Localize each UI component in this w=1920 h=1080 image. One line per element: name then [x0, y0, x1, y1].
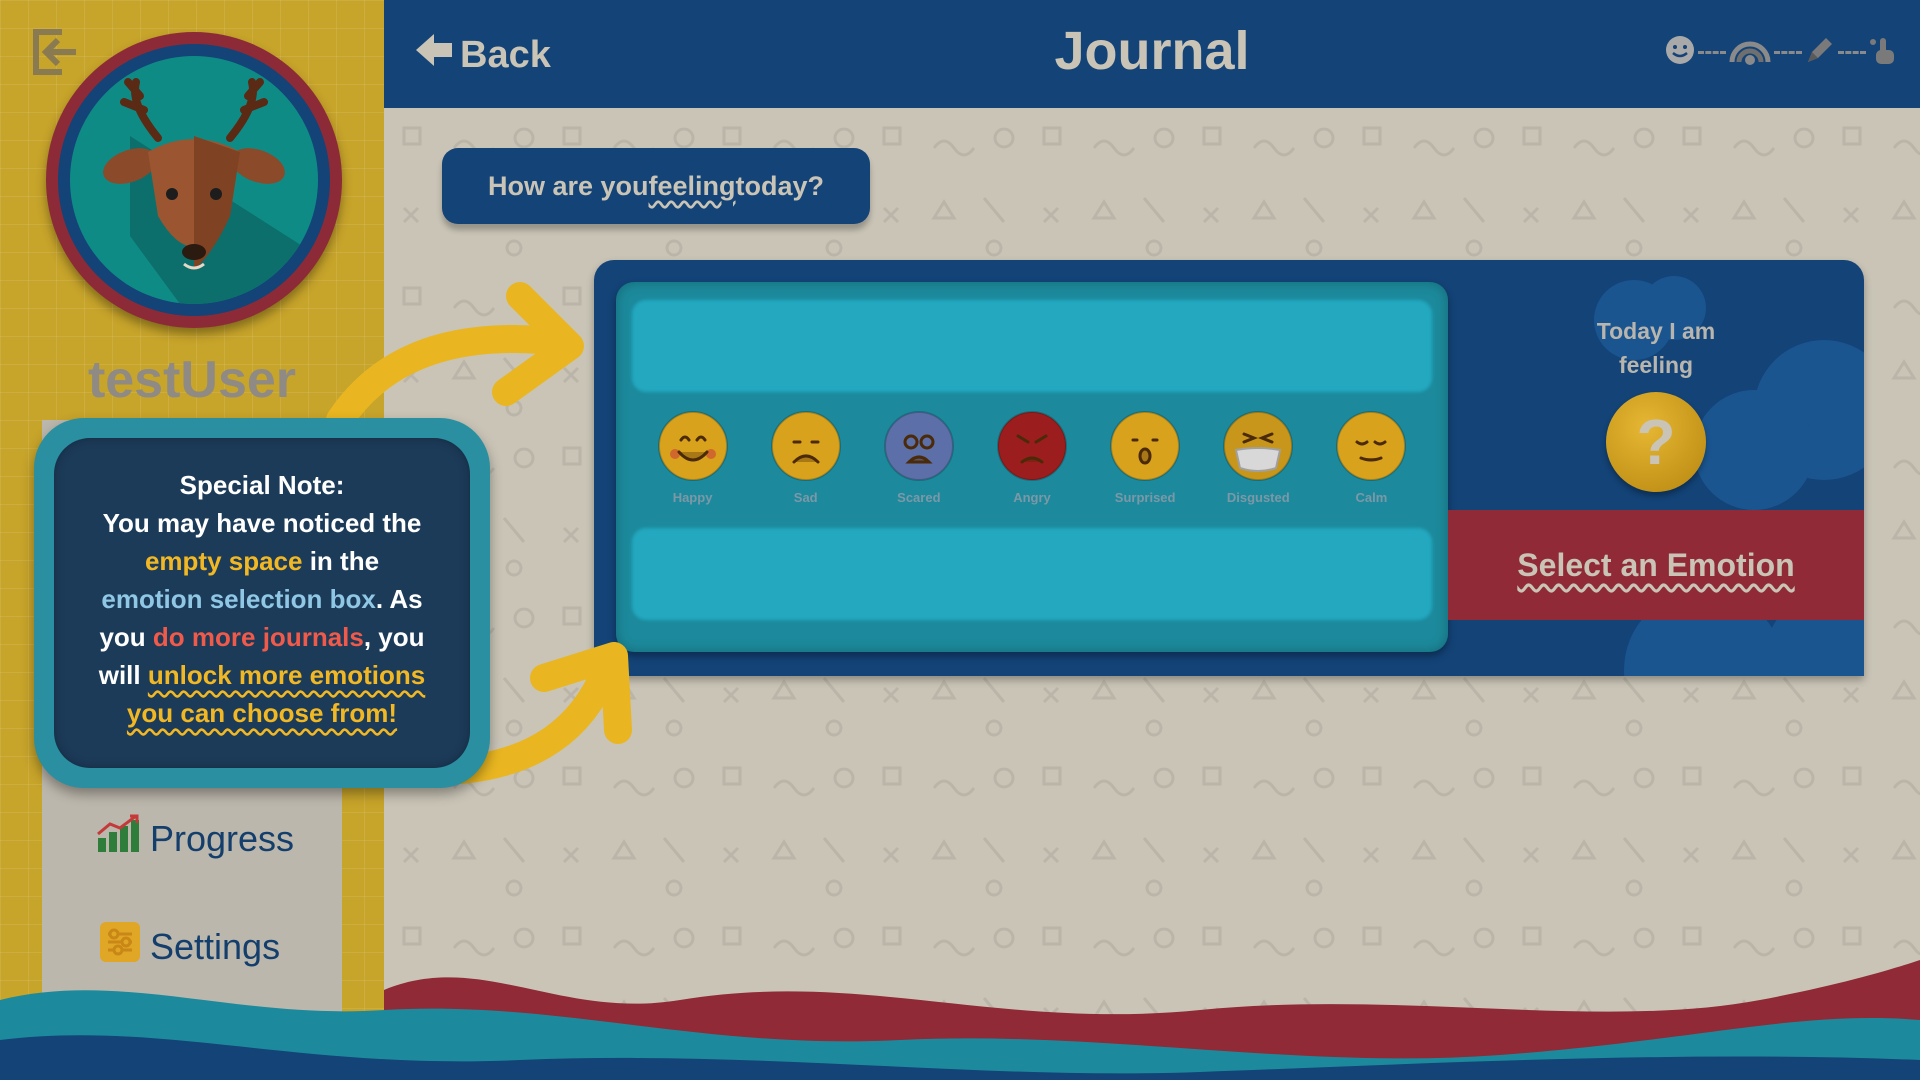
note-highlight: emotion selection box: [101, 584, 376, 614]
emotion-option-surprised[interactable]: Surprised: [1100, 410, 1190, 520]
scared-emoji-icon: [883, 410, 955, 482]
sidebar-item-label: Progress: [150, 817, 295, 859]
calm-emoji-icon: [1335, 410, 1407, 482]
header: Back Journal: [384, 0, 1920, 108]
pencil-step-icon: [1804, 34, 1836, 70]
journal-step-indicator: [1664, 34, 1900, 70]
journal-main: How are you feeling today? Happy Sad Scare…: [384, 108, 1920, 1080]
angry-emoji-icon: [996, 410, 1068, 482]
locked-emotion-slot: [632, 528, 1432, 620]
emotion-label: Happy: [672, 490, 713, 505]
emotion-option-happy[interactable]: Happy: [648, 410, 738, 520]
special-note-body: Special Note: You may have noticed the e…: [54, 438, 470, 768]
disgusted-emoji-icon: [1222, 410, 1294, 482]
emotion-selection-box: Happy Sad Scared Angry Surprised Disgusted Cal…: [616, 282, 1448, 652]
note-line: you do more journals, you: [99, 622, 425, 652]
emotion-option-disgusted[interactable]: Disgusted: [1213, 410, 1303, 520]
emotion-card: Happy Sad Scared Angry Surprised Disgusted Cal…: [594, 260, 1864, 676]
today-label-line2: feeling: [1618, 352, 1694, 378]
question-prefix: How are you: [487, 170, 649, 201]
note-highlight: unlock more emotions: [147, 660, 426, 690]
note-highlight: do more journals: [152, 622, 364, 652]
emotion-option-angry[interactable]: Angry: [987, 410, 1077, 520]
emotion-option-sad[interactable]: Sad: [761, 410, 851, 520]
note-title: Special Note:: [179, 470, 345, 500]
note-line: empty space in the: [144, 546, 380, 576]
username: testUser: [87, 351, 297, 409]
happy-emoji-icon: [657, 410, 729, 482]
touch-step-icon: [1868, 34, 1900, 70]
note-line: you can choose from!: [70, 694, 454, 732]
question-suffix: today?: [735, 170, 825, 201]
sad-emoji-icon: [770, 410, 842, 482]
emotion-option-scared[interactable]: Scared: [874, 410, 964, 520]
emotion-label: Disgusted: [1226, 490, 1290, 505]
smiley-step-icon: [1664, 34, 1696, 70]
emotion-option-calm[interactable]: Calm: [1326, 410, 1416, 520]
surprised-emoji-icon: [1109, 410, 1181, 482]
note-line: will unlock more emotions: [98, 660, 426, 690]
note-highlight: empty space: [144, 546, 303, 576]
select-emotion-label: Select an Emotion: [1517, 546, 1795, 583]
emotion-label: Calm: [1355, 490, 1388, 505]
rainbow-step-icon: [1728, 34, 1772, 70]
chart-growth-icon: [96, 814, 140, 863]
special-note-popup: Special Note: You may have noticed the e…: [34, 418, 490, 788]
emotion-label: Scared: [897, 490, 941, 505]
note-line: You may have noticed the: [102, 508, 422, 538]
locked-emotion-slot: [632, 300, 1432, 392]
avatar[interactable]: [46, 32, 342, 328]
sidebar-item-progress[interactable]: Progress: [96, 814, 294, 863]
emotion-label: Sad: [793, 490, 818, 505]
note-highlight: you can choose from!: [126, 698, 398, 728]
feeling-question: How are you feeling today?: [442, 148, 870, 224]
today-label-line1: Today I am: [1596, 318, 1716, 344]
emotion-label: Surprised: [1114, 490, 1176, 505]
today-feeling-label: Today I am feeling: [1448, 314, 1864, 382]
deer-avatar-icon: [70, 56, 318, 304]
question-emphasis: feeling: [648, 170, 736, 201]
note-line: emotion selection box. As: [101, 584, 423, 614]
emotion-label: Angry: [1013, 490, 1051, 505]
emotion-row: Happy Sad Scared Angry Surprised Disgusted Cal…: [616, 410, 1448, 520]
wave-footer: [0, 960, 1920, 1080]
selected-emotion-panel: Today I am feeling ? Select an Emotion: [1448, 260, 1864, 676]
select-emotion-button[interactable]: Select an Emotion: [1448, 510, 1864, 620]
question-mark-icon: ?: [1606, 392, 1706, 492]
